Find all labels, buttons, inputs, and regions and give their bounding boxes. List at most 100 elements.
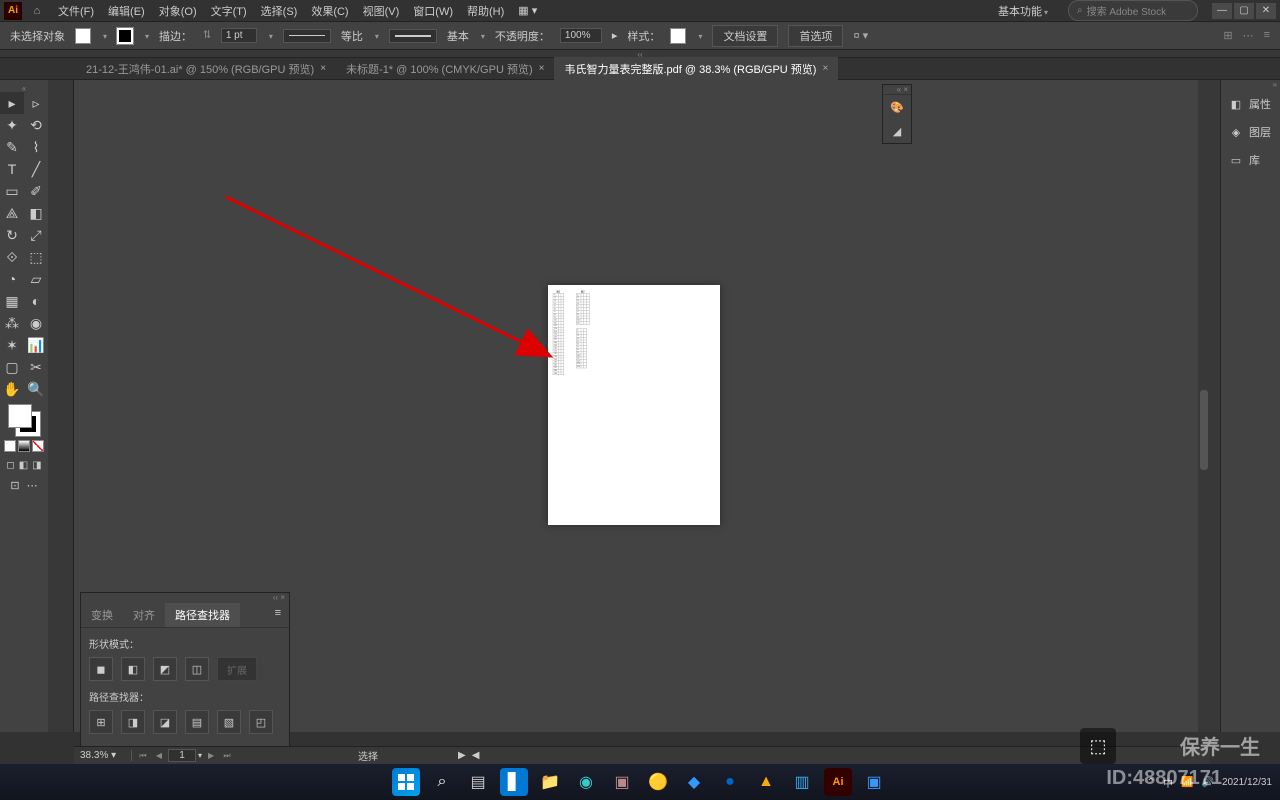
draw-normal-icon[interactable]: ◻ [6, 460, 14, 471]
unite-button[interactable]: ◼ [89, 657, 113, 681]
tab-pathfinder[interactable]: 路径查找器 [165, 603, 240, 627]
menu-help[interactable]: 帮助(H) [467, 3, 504, 19]
artboard-dropdown-icon[interactable]: ▾ [198, 751, 202, 760]
stroke-profile[interactable] [283, 29, 331, 43]
volume-icon[interactable]: 🔊 [1201, 777, 1213, 788]
misc-icon[interactable]: ⋯ [1243, 29, 1254, 42]
float-close-icon[interactable]: « × [883, 85, 911, 95]
lasso-tool[interactable]: ⟲ [24, 114, 48, 136]
close-icon[interactable]: × [320, 63, 326, 74]
eyedropper-tool[interactable]: ⁂ [0, 312, 24, 334]
tab-align[interactable]: 对齐 [123, 603, 165, 627]
crop-button[interactable]: ▤ [185, 710, 209, 734]
style-dropdown[interactable] [696, 30, 702, 42]
type-tool[interactable]: T [0, 158, 24, 180]
style-swatch[interactable] [670, 28, 686, 44]
direct-selection-tool[interactable]: ▹ [24, 92, 48, 114]
tools-hide[interactable]: « [0, 84, 48, 92]
taskbar-app-7[interactable]: ▣ [860, 768, 888, 796]
libraries-panel-button[interactable]: ▭库 [1221, 146, 1280, 174]
stroke-weight-input[interactable] [221, 28, 257, 43]
fill-dropdown-icon[interactable] [101, 30, 107, 42]
workspace-selector[interactable]: 基本功能 [994, 1, 1062, 21]
rectangle-tool[interactable]: ▭ [0, 180, 24, 202]
taskbar-app-2[interactable]: ▣ [608, 768, 636, 796]
fill-swatch[interactable] [75, 28, 91, 44]
perspective-tool[interactable]: ▱ [24, 268, 48, 290]
menu-effect[interactable]: 效果(C) [311, 3, 348, 19]
gradient-tool[interactable]: ◐ [24, 290, 48, 312]
menu-file[interactable]: 文件(F) [58, 3, 94, 19]
minus-back-button[interactable]: ◰ [249, 710, 273, 734]
shape-builder-tool[interactable]: ◔ [0, 268, 24, 290]
horizontal-scrollbar[interactable]: ▶◀ [458, 750, 479, 761]
scrollbar-thumb[interactable] [1200, 390, 1208, 470]
pen-tool[interactable]: ✎ [0, 136, 24, 158]
selection-tool[interactable]: ▸ [0, 92, 24, 114]
color-panel-icon[interactable]: 🎨 [883, 95, 911, 119]
merge-button[interactable]: ◪ [153, 710, 177, 734]
opacity-slider-icon[interactable]: ▸ [612, 29, 618, 42]
task-view-button[interactable]: ▤ [464, 768, 492, 796]
properties-panel-button[interactable]: ◧属性 [1221, 90, 1280, 118]
minus-front-button[interactable]: ◧ [121, 657, 145, 681]
close-button[interactable]: ✕ [1256, 3, 1276, 19]
ime-indicator[interactable]: 中 [1163, 775, 1173, 790]
artboard-tool[interactable]: ▢ [0, 356, 24, 378]
menu-window[interactable]: 窗口(W) [413, 3, 453, 19]
document-setup-button[interactable]: 文档设置 [712, 25, 778, 47]
document-tab-1[interactable]: 21-12-王鸿伟-01.ai* @ 150% (RGB/GPU 预览)× [76, 57, 336, 81]
illustrator-taskbar-icon[interactable]: Ai [824, 768, 852, 796]
panel-collapse-icon[interactable]: ‹‹ × [81, 593, 289, 603]
taskbar-app-6[interactable]: ▥ [788, 768, 816, 796]
file-explorer-icon[interactable]: 📁 [536, 768, 564, 796]
free-transform-tool[interactable]: ⬚ [24, 246, 48, 268]
draw-behind-icon[interactable]: ◧ [19, 460, 28, 471]
system-tray[interactable]: ⌃ 中 📶 🔊 2021/12/31 [1147, 775, 1272, 790]
fill-stroke-swatch[interactable] [8, 404, 40, 436]
color-mode[interactable] [4, 440, 16, 452]
transform-panel-icon[interactable]: ⊞ [1223, 29, 1232, 42]
start-button[interactable] [392, 768, 420, 796]
layers-panel-button[interactable]: ◈图层 [1221, 118, 1280, 146]
uniform-dropdown[interactable] [373, 30, 379, 42]
scroll-right-icon[interactable]: ◀ [472, 750, 480, 761]
last-artboard-button[interactable]: ⏭ [220, 750, 234, 762]
exclude-button[interactable]: ◫ [185, 657, 209, 681]
close-icon[interactable]: × [539, 63, 545, 74]
align-icon[interactable]: ¤ ▾ [853, 29, 868, 42]
width-tool[interactable]: ⟐ [0, 246, 24, 268]
stroke-dropdown-icon[interactable] [143, 30, 149, 42]
close-icon[interactable]: × [822, 63, 828, 74]
fill-color[interactable] [8, 404, 32, 428]
menu-edit[interactable]: 编辑(E) [108, 3, 145, 19]
panel-menu-icon[interactable]: ≡ [267, 603, 289, 627]
none-mode[interactable] [32, 440, 44, 452]
chrome-icon[interactable]: 🟡 [644, 768, 672, 796]
rotate-tool[interactable]: ↻ [0, 224, 24, 246]
vertical-scrollbar[interactable] [1198, 80, 1210, 732]
edit-toolbar-icon[interactable]: ⋯ [27, 480, 38, 492]
slice-tool[interactable]: ✂ [24, 356, 48, 378]
eraser-tool[interactable]: ◧ [24, 202, 48, 224]
line-tool[interactable]: ╱ [24, 158, 48, 180]
edge-icon[interactable]: ◉ [572, 768, 600, 796]
search-input[interactable]: ⌕ 搜索 Adobe Stock [1068, 0, 1198, 21]
tray-expand-icon[interactable]: ⌃ [1147, 777, 1155, 788]
symbol-tool[interactable]: ✶ [0, 334, 24, 356]
intersect-button[interactable]: ◩ [153, 657, 177, 681]
artboard-input[interactable] [168, 749, 196, 762]
zoom-display[interactable]: 38.3% ▾ [74, 750, 132, 761]
first-artboard-button[interactable]: ⏮ [136, 750, 150, 762]
stroke-swatch[interactable] [117, 28, 133, 44]
gradient-mode[interactable] [18, 440, 30, 452]
scale-tool[interactable]: ⤢ [24, 224, 48, 246]
hand-tool[interactable]: ✋ [0, 378, 24, 400]
clock[interactable]: 2021/12/31 [1222, 777, 1272, 788]
next-artboard-button[interactable]: ▶ [204, 750, 218, 762]
curvature-tool[interactable]: ⌇ [24, 136, 48, 158]
document-tab-2[interactable]: 未标题-1* @ 100% (CMYK/GPU 预览)× [336, 57, 554, 81]
search-button[interactable]: ⌕ [428, 768, 456, 796]
graph-tool[interactable]: 📊 [24, 334, 48, 356]
minimize-button[interactable]: — [1212, 3, 1232, 19]
